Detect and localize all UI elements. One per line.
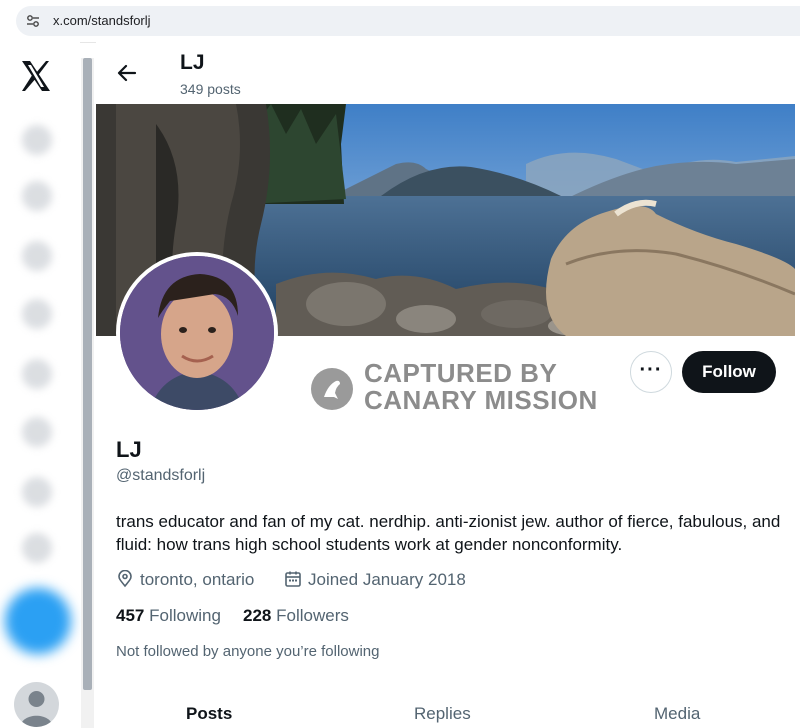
tab-posts[interactable]: Posts (186, 704, 232, 724)
not-followed-notice: Not followed by anyone you’re following (116, 643, 380, 660)
header-post-count: 349 posts (180, 81, 241, 97)
browser-address-bar: x.com/standsforlj (0, 0, 800, 43)
calendar-icon (285, 571, 301, 587)
following-count: 457 (116, 606, 145, 625)
nav-more-icon[interactable] (22, 533, 52, 563)
profile-header: LJ 349 posts (96, 42, 800, 104)
site-settings-icon[interactable] (26, 14, 40, 28)
user-handle: @standsforlj (116, 467, 206, 484)
more-button[interactable]: ··· (630, 351, 672, 393)
tab-replies[interactable]: Replies (414, 704, 471, 724)
page-scrollbar[interactable] (81, 58, 94, 728)
nav-explore-icon[interactable] (22, 181, 52, 211)
profile-location: toronto, ontario (116, 569, 255, 590)
location-icon (118, 569, 132, 588)
profile-joined: Joined January 2018 (284, 570, 466, 590)
url-text: x.com/standsforlj (53, 13, 151, 28)
profile-bio: trans educator and fan of my cat. nerdhi… (116, 512, 781, 554)
tab-media[interactable]: Media (654, 704, 700, 724)
more-icon: ··· (639, 359, 663, 381)
nav-notifications-icon[interactable] (22, 241, 52, 271)
joined-text: Joined January 2018 (308, 570, 466, 589)
display-name: LJ (116, 437, 142, 462)
nav-messages-icon[interactable] (22, 299, 52, 329)
nav-home-icon[interactable] (22, 125, 52, 155)
following-link[interactable]: 457 Following (116, 606, 221, 626)
watermark-line-1: CAPTURED BY (364, 358, 558, 388)
header-name: LJ (180, 51, 205, 74)
profile-avatar[interactable] (116, 252, 278, 414)
default-avatar-icon (20, 691, 53, 727)
scrollbar-thumb[interactable] (83, 58, 92, 690)
watermark-text: CAPTURED BY CANARY MISSION (364, 360, 598, 414)
account-avatar[interactable] (14, 682, 59, 727)
followers-count: 228 (243, 606, 272, 625)
profile-tabs: Posts Replies Media (96, 690, 800, 728)
left-sidebar (0, 42, 80, 728)
nav-lists-icon[interactable] (22, 417, 52, 447)
followers-label: Followers (276, 606, 349, 625)
location-text: toronto, ontario (140, 570, 255, 589)
canary-mission-seal-icon (311, 368, 353, 410)
nav-grok-icon[interactable] (22, 359, 52, 389)
back-arrow-icon[interactable] (113, 59, 141, 87)
nav-communities-icon[interactable] (22, 477, 52, 507)
profile-photo (120, 256, 274, 410)
post-button[interactable] (5, 588, 71, 654)
url-field[interactable]: x.com/standsforlj (16, 6, 800, 36)
follow-button[interactable]: Follow (682, 351, 776, 393)
x-logo-icon[interactable] (19, 59, 53, 93)
following-label: Following (149, 606, 221, 625)
followers-link[interactable]: 228 Followers (243, 606, 349, 626)
watermark-line-2: CANARY MISSION (364, 385, 598, 415)
